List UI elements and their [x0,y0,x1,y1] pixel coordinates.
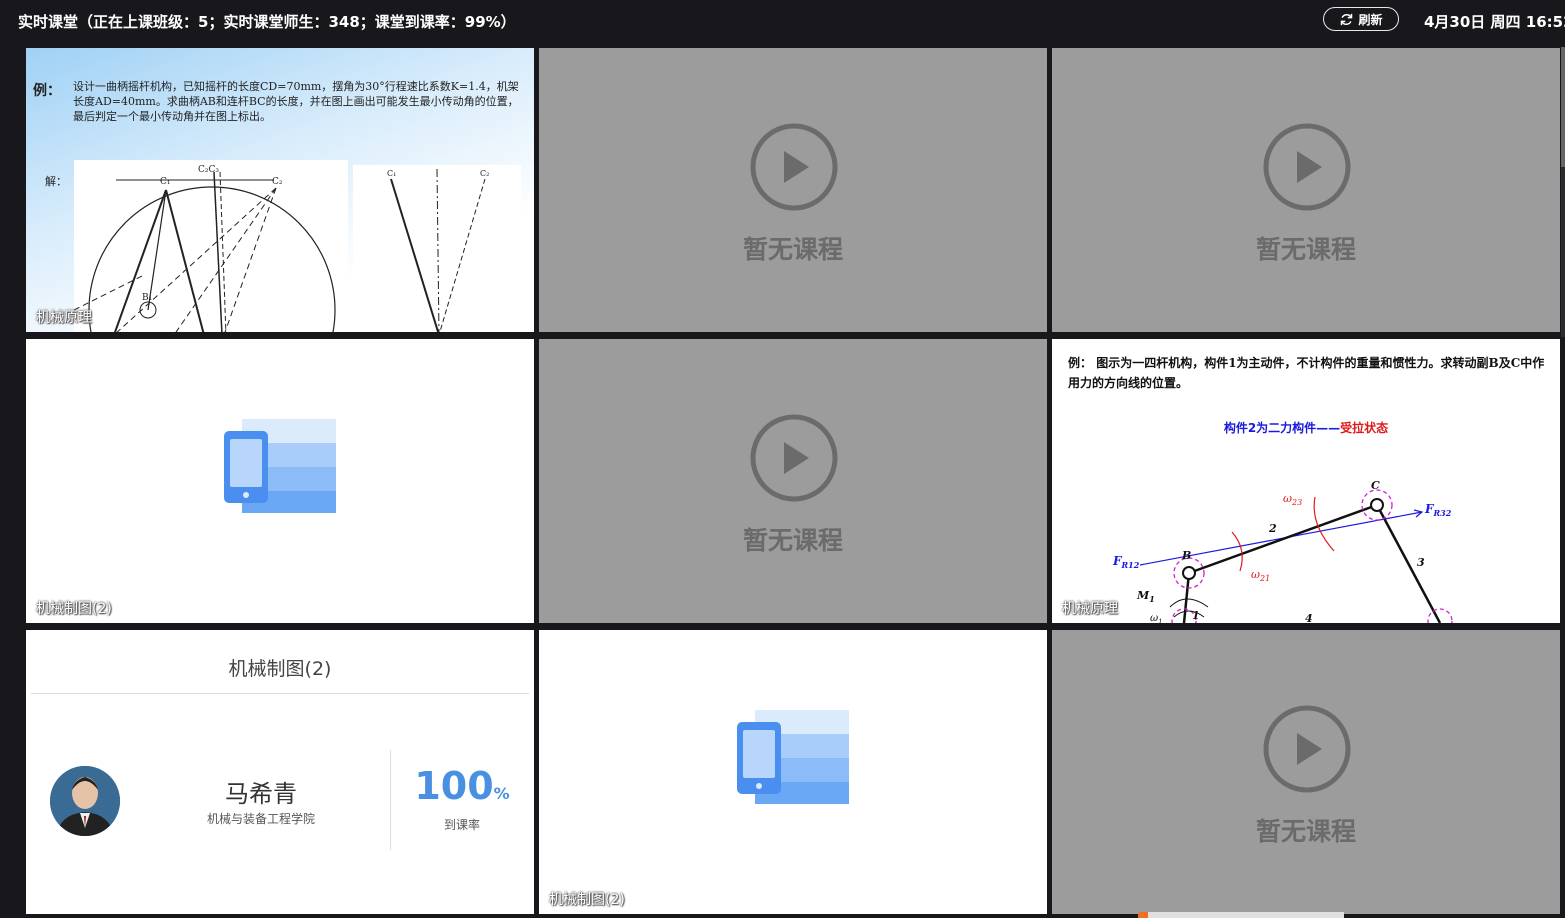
figure-label-4: 4 [1305,612,1313,623]
figure-label-m1: M1 [1136,589,1155,604]
no-course-text: 暂无课程 [742,235,843,264]
course-title: 机械制图(2) [228,658,332,680]
refresh-icon [1341,13,1353,25]
top-bar: 实时课堂（正在上课班级：5；实时课堂师生：348；课堂到课率：99%） 刷新 4… [0,0,1565,44]
classroom-tile[interactable]: 例： 设计一曲柄摇杆机构，已知摇杆的长度CD=70mm，摆角为30°行程速比系数… [26,48,534,332]
course-caption: 机械制图(2) [549,892,625,908]
empty-tile: 暂无课程 [1052,48,1560,332]
figure-label-b: B [1181,549,1191,562]
figure-label-fr32: FR32 [1424,502,1452,518]
slide-solution-label: 解： [45,175,67,188]
figure-label-fr12: FR12 [1112,554,1140,570]
classroom-tile[interactable]: 例： 图示为一四杆机构，构件1为主动件，不计构件的重量和惯性力。求转动副B及C中… [1052,339,1560,623]
svg-text:C₁: C₁ [387,169,396,178]
course-caption: 机械制图(2) [36,601,112,617]
course-caption: 机械原理 [36,310,92,326]
figure-label-c: C [1371,479,1380,492]
classroom-tile[interactable]: 机械制图(2) [26,339,534,623]
attendance-label: 到课率 [443,818,480,832]
teacher-name: 马希青 [225,780,297,808]
play-icon [750,123,838,211]
play-icon [1263,123,1351,211]
no-course-text: 暂无课程 [1255,235,1356,264]
slide-mechanism-figure: C₁ C₂C₃ C₂ B₁ [74,160,348,332]
refresh-label: 刷新 [1358,12,1383,27]
slide-example-label: 例： [33,83,61,99]
slide-problem-body: 图示为一四杆机构，构件1为主动件，不计构件的重量和惯性力。求转动副B及C中作用力… [1068,356,1545,390]
slide-four-bar-figure: C B 2 3 4 1 FR32 FR12 ω23 ω21 M1 ω1 [1112,479,1453,623]
figure-label-w21: ω21 [1251,568,1270,583]
classroom-info-tile[interactable]: 机械制图(2) 马希青 机械与装备工程学院 100% 到课率 [26,630,534,914]
no-course-text: 暂无课程 [1255,817,1356,846]
scrollbar-thumb[interactable] [1561,47,1565,167]
slide-example-label: 例： [1068,356,1093,370]
teacher-avatar [50,766,120,836]
figure-label-1: 1 [1192,609,1200,622]
teacher-department: 机械与装备工程学院 [206,812,315,826]
figure-label-w1: ω1 [1150,613,1163,623]
svg-text:C₂: C₂ [272,177,283,187]
no-course-text: 暂无课程 [742,526,843,555]
attendance-rate: 100% [402,764,522,808]
svg-text:B₁: B₁ [142,293,152,303]
divider [390,750,391,850]
current-datetime: 4月30日 周四 16:52 [1424,13,1565,31]
slide-subtitle: 构件2为二力构件——受拉状态 [1052,419,1560,436]
bottom-indicator [1148,912,1344,918]
figure-label-w23: ω23 [1283,492,1302,507]
course-caption: 机械原理 [1062,601,1118,617]
divider [31,693,529,694]
empty-tile: 暂无课程 [539,339,1047,623]
page-title: 实时课堂（正在上课班级：5；实时课堂师生：348；课堂到课率：99%） [18,13,516,31]
svg-text:C₂: C₂ [480,169,489,178]
svg-text:C₂C₃: C₂C₃ [198,165,219,175]
empty-tile: 暂无课程 [539,48,1047,332]
play-icon [750,414,838,502]
mobile-document-icon [737,710,849,804]
figure-label-3: 3 [1417,556,1425,569]
attendance-unit: % [493,784,510,803]
slide-angle-figure: C₁ C₂ [353,165,521,332]
attendance-value: 100 [414,764,494,808]
empty-tile: 暂无课程 [1052,630,1560,914]
svg-text:C₁: C₁ [160,177,171,187]
slide-problem-text: 设计一曲柄摇杆机构，已知摇杆的长度CD=70mm，摆角为30°行程速比系数K=1… [73,80,519,123]
slide-subtitle-blue: 构件2为二力构件—— [1223,421,1341,435]
slide-problem-text: 例： 图示为一四杆机构，构件1为主动件，不计构件的重量和惯性力。求转动副B及C中… [1068,353,1550,393]
slide-subtitle-red: 受拉状态 [1340,421,1389,435]
classroom-tile[interactable]: 机械制图(2) [539,630,1047,914]
mobile-document-icon [224,419,336,513]
play-icon [1263,705,1351,793]
refresh-button[interactable]: 刷新 [1323,7,1399,31]
figure-label-2: 2 [1268,522,1277,535]
